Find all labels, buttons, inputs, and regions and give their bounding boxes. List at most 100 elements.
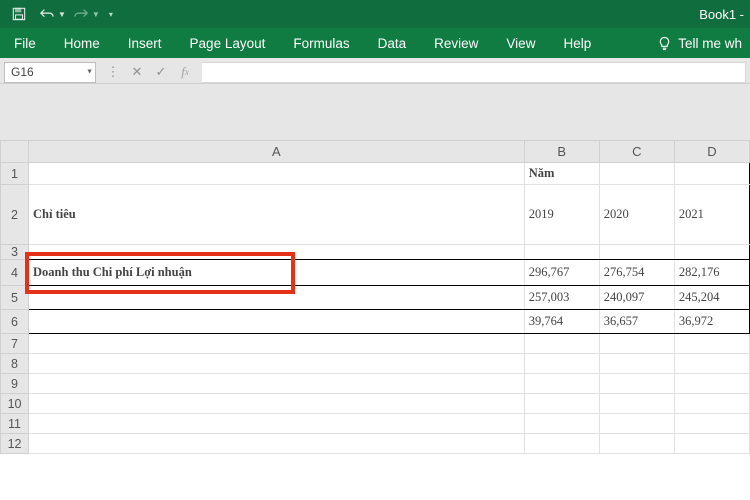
select-all-corner[interactable] <box>1 141 29 163</box>
cell-B1[interactable]: Năm <box>524 163 599 185</box>
cell-A3[interactable] <box>29 245 525 260</box>
lightbulb-icon <box>657 36 672 51</box>
cell-D5[interactable]: 245,204 <box>674 286 749 310</box>
tab-page-layout[interactable]: Page Layout <box>176 28 280 58</box>
cell-A6[interactable] <box>29 310 525 334</box>
cell-B2[interactable]: 2019 <box>524 185 599 245</box>
cell[interactable] <box>599 374 674 394</box>
cell-D3[interactable] <box>674 245 749 260</box>
row-header[interactable]: 7 <box>1 334 29 354</box>
cell-C2[interactable]: 2020 <box>599 185 674 245</box>
row-header[interactable]: 2 <box>1 185 29 245</box>
row-header[interactable]: 4 <box>1 260 29 286</box>
namebox-more-icon[interactable]: ⋮ <box>102 62 124 83</box>
cell[interactable] <box>524 334 599 354</box>
cell-D4[interactable]: 282,176 <box>674 260 749 286</box>
cell[interactable] <box>674 334 749 354</box>
cell[interactable] <box>524 394 599 414</box>
cell[interactable] <box>29 334 525 354</box>
cell-B5[interactable]: 257,003 <box>524 286 599 310</box>
tab-review[interactable]: Review <box>420 28 492 58</box>
cell[interactable] <box>599 414 674 434</box>
tell-me[interactable]: Tell me wh <box>649 28 750 58</box>
cell-A1[interactable] <box>29 163 525 185</box>
row-header[interactable]: 6 <box>1 310 29 334</box>
tab-file[interactable]: File <box>0 28 50 58</box>
cell[interactable] <box>599 354 674 374</box>
col-header-B[interactable]: B <box>524 141 599 163</box>
row-header[interactable]: 9 <box>1 374 29 394</box>
tab-help[interactable]: Help <box>549 28 605 58</box>
table-row: 10 <box>1 394 750 414</box>
table-row: 3 <box>1 245 750 260</box>
cell-C1[interactable] <box>599 163 674 185</box>
undo-icon[interactable] <box>34 3 60 25</box>
row-header[interactable]: 5 <box>1 286 29 310</box>
tab-view[interactable]: View <box>492 28 549 58</box>
cell[interactable] <box>599 394 674 414</box>
cell[interactable] <box>29 354 525 374</box>
enter-icon[interactable]: ✓ <box>150 62 172 83</box>
table-row: 2 Chỉ tiêu 2019 2020 2021 <box>1 185 750 245</box>
cell[interactable] <box>674 434 749 454</box>
col-header-D[interactable]: D <box>674 141 749 163</box>
cell-B4[interactable]: 296,767 <box>524 260 599 286</box>
cell-C3[interactable] <box>599 245 674 260</box>
titlebar: ▼ ▼ ▾ Book1 - <box>0 0 750 28</box>
table-row: 5 257,003 240,097 245,204 <box>1 286 750 310</box>
cell-A2[interactable]: Chỉ tiêu <box>29 185 525 245</box>
row-header[interactable]: 8 <box>1 354 29 374</box>
cell[interactable] <box>29 374 525 394</box>
fx-icon[interactable]: fx <box>174 62 196 83</box>
formula-input[interactable] <box>202 62 746 83</box>
cell[interactable] <box>524 374 599 394</box>
qat-customize-icon[interactable]: ▾ <box>102 3 120 25</box>
table-row: 1 Năm <box>1 163 750 185</box>
redo-icon[interactable] <box>68 3 94 25</box>
row-header[interactable]: 10 <box>1 394 29 414</box>
tab-data[interactable]: Data <box>364 28 421 58</box>
cell[interactable] <box>674 374 749 394</box>
cell[interactable] <box>29 434 525 454</box>
cell[interactable] <box>599 334 674 354</box>
cell[interactable] <box>524 414 599 434</box>
tell-me-label: Tell me wh <box>678 36 742 51</box>
cell[interactable] <box>674 354 749 374</box>
col-header-C[interactable]: C <box>599 141 674 163</box>
worksheet[interactable]: A B C D 1 Năm 2 Chỉ tiêu 2019 2020 2021 … <box>0 140 750 454</box>
tab-formulas[interactable]: Formulas <box>279 28 363 58</box>
cell[interactable] <box>29 414 525 434</box>
save-icon[interactable] <box>6 3 32 25</box>
cell[interactable] <box>29 394 525 414</box>
cancel-icon[interactable]: ✕ <box>126 62 148 83</box>
cell-C6[interactable]: 36,657 <box>599 310 674 334</box>
row-header[interactable]: 12 <box>1 434 29 454</box>
cell[interactable] <box>674 414 749 434</box>
col-header-A[interactable]: A <box>29 141 525 163</box>
cell[interactable] <box>674 394 749 414</box>
cell-A4[interactable]: Doanh thu Chi phí Lợi nhuận <box>29 260 525 286</box>
cell-A5[interactable] <box>29 286 525 310</box>
cell[interactable] <box>599 434 674 454</box>
cell-D2[interactable]: 2021 <box>674 185 749 245</box>
cell-C4[interactable]: 276,754 <box>599 260 674 286</box>
table-row: 4 Doanh thu Chi phí Lợi nhuận 296,767 27… <box>1 260 750 286</box>
cell[interactable] <box>524 434 599 454</box>
cell-D1[interactable] <box>674 163 749 185</box>
table-row: 8 <box>1 354 750 374</box>
cell[interactable] <box>524 354 599 374</box>
chevron-down-icon[interactable]: ▼ <box>86 69 93 76</box>
cell-C5[interactable]: 240,097 <box>599 286 674 310</box>
tab-home[interactable]: Home <box>50 28 114 58</box>
cell-B6[interactable]: 39,764 <box>524 310 599 334</box>
row-header[interactable]: 1 <box>1 163 29 185</box>
tab-insert[interactable]: Insert <box>114 28 176 58</box>
row-header[interactable]: 3 <box>1 245 29 260</box>
row-header[interactable]: 11 <box>1 414 29 434</box>
name-box[interactable]: G16 ▼ <box>4 62 96 83</box>
cell-B3[interactable] <box>524 245 599 260</box>
table-row: 7 <box>1 334 750 354</box>
formula-bar: G16 ▼ ⋮ ✕ ✓ fx <box>0 58 750 84</box>
cell-D6[interactable]: 36,972 <box>674 310 749 334</box>
table-row: 6 39,764 36,657 36,972 <box>1 310 750 334</box>
